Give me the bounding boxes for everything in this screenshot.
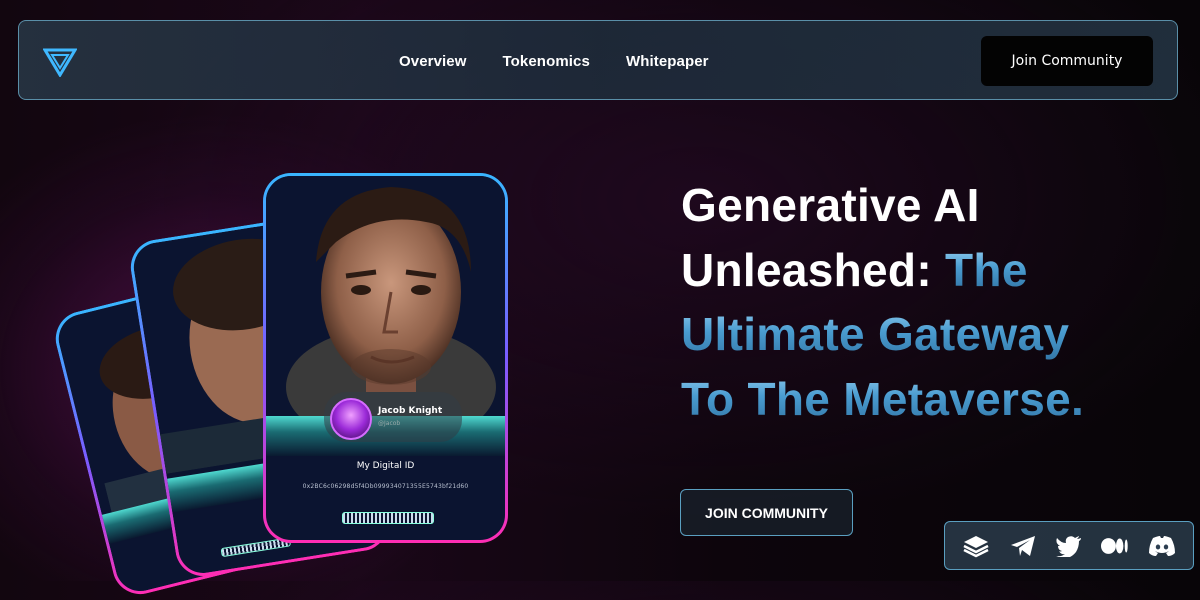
nav-link-tokenomics[interactable]: Tokenomics [503, 53, 590, 70]
v-triangle-logo-icon[interactable] [42, 47, 78, 78]
nav-link-overview[interactable]: Overview [399, 53, 467, 70]
scan-bar [166, 584, 237, 600]
nav-links: Overview Tokenomics Whitepaper [399, 21, 709, 101]
hero-headline: Generative AI Unleashed: The Ultimate Ga… [681, 173, 1181, 431]
top-navbar: Overview Tokenomics Whitepaper Join Comm… [18, 20, 1178, 100]
avatar [330, 398, 372, 440]
telegram-icon[interactable] [1009, 532, 1037, 560]
join-community-button[interactable]: Join Community [981, 36, 1153, 86]
twitter-icon[interactable] [1055, 532, 1083, 560]
card-label: My Digital ID [356, 461, 415, 471]
hero-line-2-white: Unleashed: [681, 243, 946, 296]
nav-link-whitepaper[interactable]: Whitepaper [626, 53, 709, 70]
discord-icon[interactable] [1148, 532, 1176, 560]
gitbook-icon[interactable] [962, 532, 990, 560]
hero-line-1: Generative AI [681, 179, 980, 231]
social-links-bar [944, 521, 1194, 570]
hero-line-3: Ultimate Gateway [681, 302, 1181, 367]
hero-line-2: Unleashed: The [681, 238, 1181, 303]
hero-line-4: To The Metaverse. [681, 367, 1181, 432]
avatar-face-illustration [266, 176, 505, 422]
hero-line-2-blue: The [945, 243, 1028, 296]
card-name: Jacob Knight [378, 406, 443, 416]
digital-id-card-front: Jacob Knight @Jacob My Digital ID 0x2BC6… [263, 173, 508, 543]
scan-bar [342, 512, 434, 524]
hero-join-community-button[interactable]: JOIN COMMUNITY [680, 489, 853, 536]
medium-icon[interactable] [1101, 532, 1129, 560]
card-handle: @Jacob [378, 420, 401, 427]
card-address: 0x2BC6c06298d5f4Db099934071355E5743bf21d… [302, 483, 469, 490]
